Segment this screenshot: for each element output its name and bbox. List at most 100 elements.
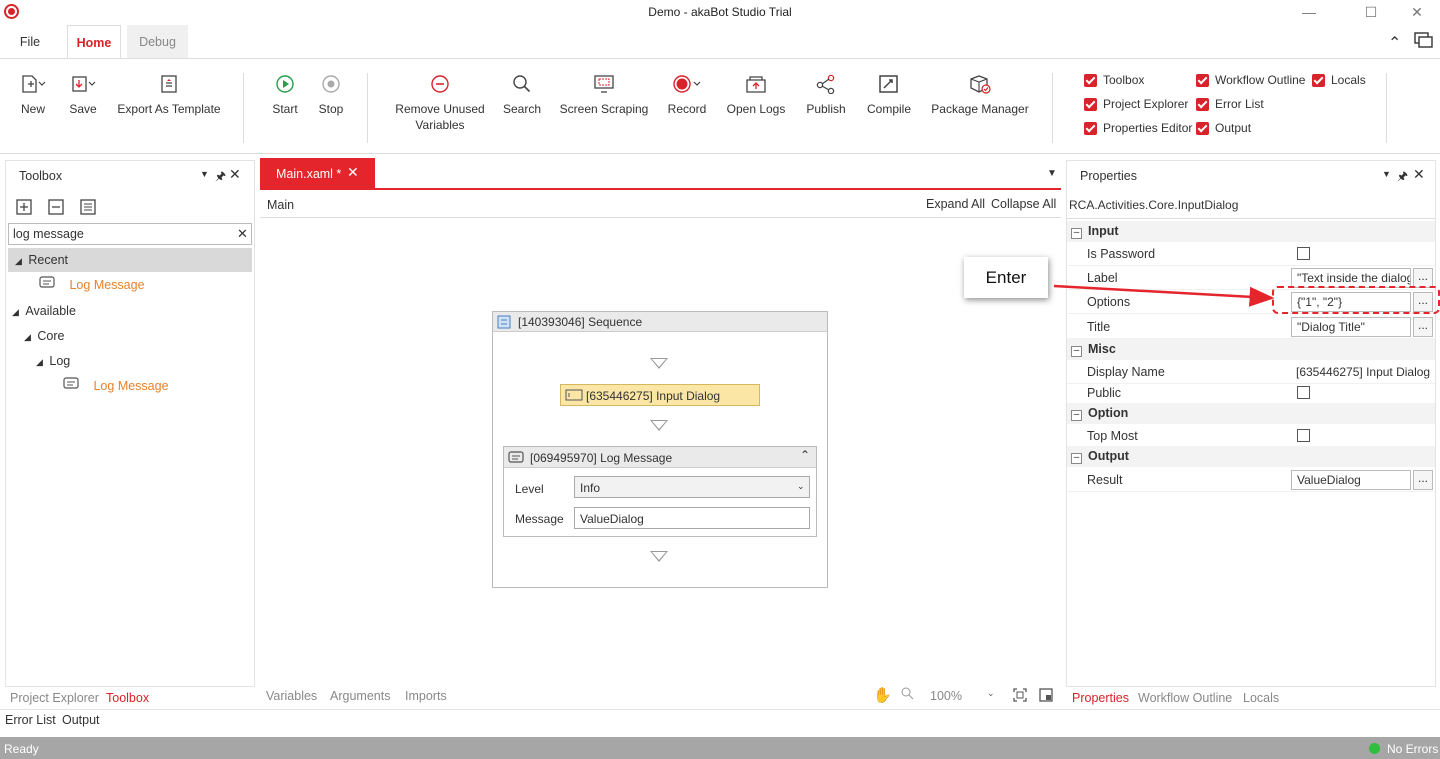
sequence-header[interactable]: [140393046] Sequence — [493, 312, 827, 332]
tree-item-log-message[interactable]: Log Message — [62, 374, 169, 398]
drop-target-arrow[interactable] — [650, 358, 668, 370]
collapse-category-icon[interactable]: – — [1071, 410, 1082, 421]
tab-list-icon[interactable]: ▼ — [1047, 168, 1057, 179]
output-checkbox[interactable]: Output — [1196, 119, 1251, 137]
result-value-input[interactable]: ValueDialog — [1291, 470, 1411, 490]
compile-button[interactable]: Compile — [862, 71, 916, 117]
level-select[interactable]: Info ⌄ — [574, 476, 810, 498]
maximize-button[interactable]: ☐ — [1348, 2, 1394, 22]
dropdown-icon[interactable]: ▼ — [1382, 169, 1391, 179]
pin-icon[interactable]: 🖈 — [215, 167, 226, 188]
record-button[interactable]: Record — [664, 71, 710, 117]
search-button[interactable]: Search — [500, 71, 544, 117]
toolbox-checkbox[interactable]: Toolbox — [1084, 71, 1144, 89]
close-button[interactable]: ✕ — [1394, 2, 1440, 22]
expand-all-link[interactable]: Expand All — [926, 197, 985, 211]
clear-search-icon[interactable]: ✕ — [237, 226, 248, 242]
tab-file[interactable]: File — [4, 25, 56, 59]
top-most-checkbox[interactable] — [1297, 429, 1310, 442]
hand-pan-icon[interactable]: ✋ — [873, 686, 892, 704]
screen-scraping-button[interactable]: Screen Scraping — [558, 71, 650, 117]
tab-output[interactable]: Output — [62, 713, 100, 727]
checkbox-checked-icon — [1196, 73, 1209, 87]
publish-button[interactable]: Publish — [802, 71, 850, 117]
overview-icon[interactable] — [1038, 687, 1054, 706]
pin-icon[interactable]: 🖈 — [1397, 167, 1408, 188]
export-template-icon — [114, 71, 224, 97]
log-message-activity[interactable]: [069495970] Log Message ⌃ Level Info ⌄ M… — [503, 446, 817, 537]
save-button[interactable]: Save — [64, 71, 102, 117]
public-checkbox[interactable] — [1297, 386, 1310, 399]
toolbox-search-input[interactable]: log message ✕ — [8, 223, 252, 245]
collapse-category-icon[interactable]: – — [1071, 228, 1082, 239]
tree-item-log-message-recent[interactable]: Log Message — [38, 273, 145, 297]
category-output[interactable]: – Output — [1067, 446, 1435, 467]
close-panel-icon[interactable]: ✕ — [229, 166, 241, 183]
tab-error-list[interactable]: Error List — [5, 713, 56, 727]
locals-checkbox[interactable]: Locals — [1312, 71, 1366, 89]
tab-toolbox[interactable]: Toolbox — [106, 691, 149, 705]
properties-editor-checkbox[interactable]: Properties Editor — [1084, 119, 1192, 137]
minimize-button[interactable]: — — [1286, 2, 1332, 22]
tree-node-log[interactable]: ◢ Log — [36, 349, 70, 373]
tab-workflow-outline[interactable]: Workflow Outline — [1138, 691, 1232, 705]
collapse-arrow-icon: ◢ — [36, 357, 43, 367]
tab-variables[interactable]: Variables — [266, 689, 317, 703]
category-misc[interactable]: – Misc — [1067, 339, 1435, 360]
expand-all-icon[interactable] — [15, 198, 33, 219]
collapse-ribbon-icon[interactable]: ⌃ — [1388, 33, 1401, 53]
status-ok-icon — [1369, 743, 1380, 754]
workflow-outline-checkbox[interactable]: Workflow Outline — [1196, 71, 1305, 89]
tree-node-core[interactable]: ◢ Core — [24, 324, 65, 348]
title-ellipsis-button[interactable]: ... — [1413, 317, 1433, 337]
tab-project-explorer[interactable]: Project Explorer — [10, 691, 99, 705]
title-value-input[interactable]: "Dialog Title" — [1291, 317, 1411, 337]
tab-main-xaml[interactable]: Main.xaml * ✕ — [260, 158, 375, 189]
tab-arguments[interactable]: Arguments — [330, 689, 390, 703]
tab-imports[interactable]: Imports — [405, 689, 447, 703]
level-label: Level — [515, 482, 544, 496]
collapse-all-link[interactable]: Collapse All — [991, 197, 1056, 211]
is-password-checkbox[interactable] — [1297, 247, 1310, 260]
list-view-icon[interactable] — [79, 198, 97, 219]
category-option[interactable]: – Option — [1067, 403, 1435, 424]
tab-properties[interactable]: Properties — [1072, 691, 1129, 705]
tab-debug[interactable]: Debug — [127, 25, 188, 59]
options-highlight — [1272, 286, 1440, 314]
package-manager-button[interactable]: Package Manager — [928, 71, 1032, 117]
sequence-activity[interactable]: [140393046] Sequence [635446275] Input D… — [492, 311, 828, 588]
error-list-checkbox[interactable]: Error List — [1196, 95, 1264, 113]
export-as-template-button[interactable]: Export As Template — [114, 71, 224, 117]
checkbox-checked-icon — [1196, 121, 1209, 135]
close-tab-icon[interactable]: ✕ — [347, 164, 359, 181]
result-ellipsis-button[interactable]: ... — [1413, 470, 1433, 490]
collapse-activity-icon[interactable]: ⌃ — [800, 448, 810, 462]
fit-to-screen-icon[interactable] — [1012, 687, 1028, 706]
new-button[interactable]: New — [14, 71, 52, 117]
close-panel-icon[interactable]: ✕ — [1413, 166, 1425, 183]
start-button[interactable]: Start — [266, 71, 304, 117]
tree-node-recent[interactable]: ◢ Recent — [8, 248, 252, 272]
collapse-category-icon[interactable]: – — [1071, 346, 1082, 357]
breadcrumb[interactable]: Main — [267, 198, 294, 212]
project-explorer-checkbox[interactable]: Project Explorer — [1084, 95, 1188, 113]
category-input[interactable]: – Input — [1067, 221, 1435, 242]
tab-locals[interactable]: Locals — [1243, 691, 1279, 705]
tree-node-available[interactable]: ◢ Available — [12, 299, 76, 323]
zoom-icon[interactable] — [900, 686, 914, 703]
input-dialog-activity[interactable]: [635446275] Input Dialog — [560, 384, 760, 406]
collapse-category-icon[interactable]: – — [1071, 453, 1082, 464]
drop-target-arrow[interactable] — [650, 551, 668, 563]
drop-target-arrow[interactable] — [650, 420, 668, 432]
zoom-dropdown-icon[interactable]: ⌄ — [987, 688, 995, 699]
panels-icon[interactable] — [1414, 32, 1434, 51]
open-logs-button[interactable]: Open Logs — [724, 71, 788, 117]
remove-unused-variables-button[interactable]: Remove Unused Variables — [388, 71, 492, 133]
stop-button[interactable]: Stop — [312, 71, 350, 117]
message-input[interactable]: ValueDialog — [574, 507, 810, 529]
zoom-level[interactable]: 100% — [930, 689, 962, 703]
dropdown-icon[interactable]: ▼ — [200, 169, 209, 179]
log-message-header[interactable]: [069495970] Log Message ⌃ — [504, 447, 816, 468]
collapse-all-icon[interactable] — [47, 198, 65, 219]
tab-home[interactable]: Home — [67, 25, 121, 59]
